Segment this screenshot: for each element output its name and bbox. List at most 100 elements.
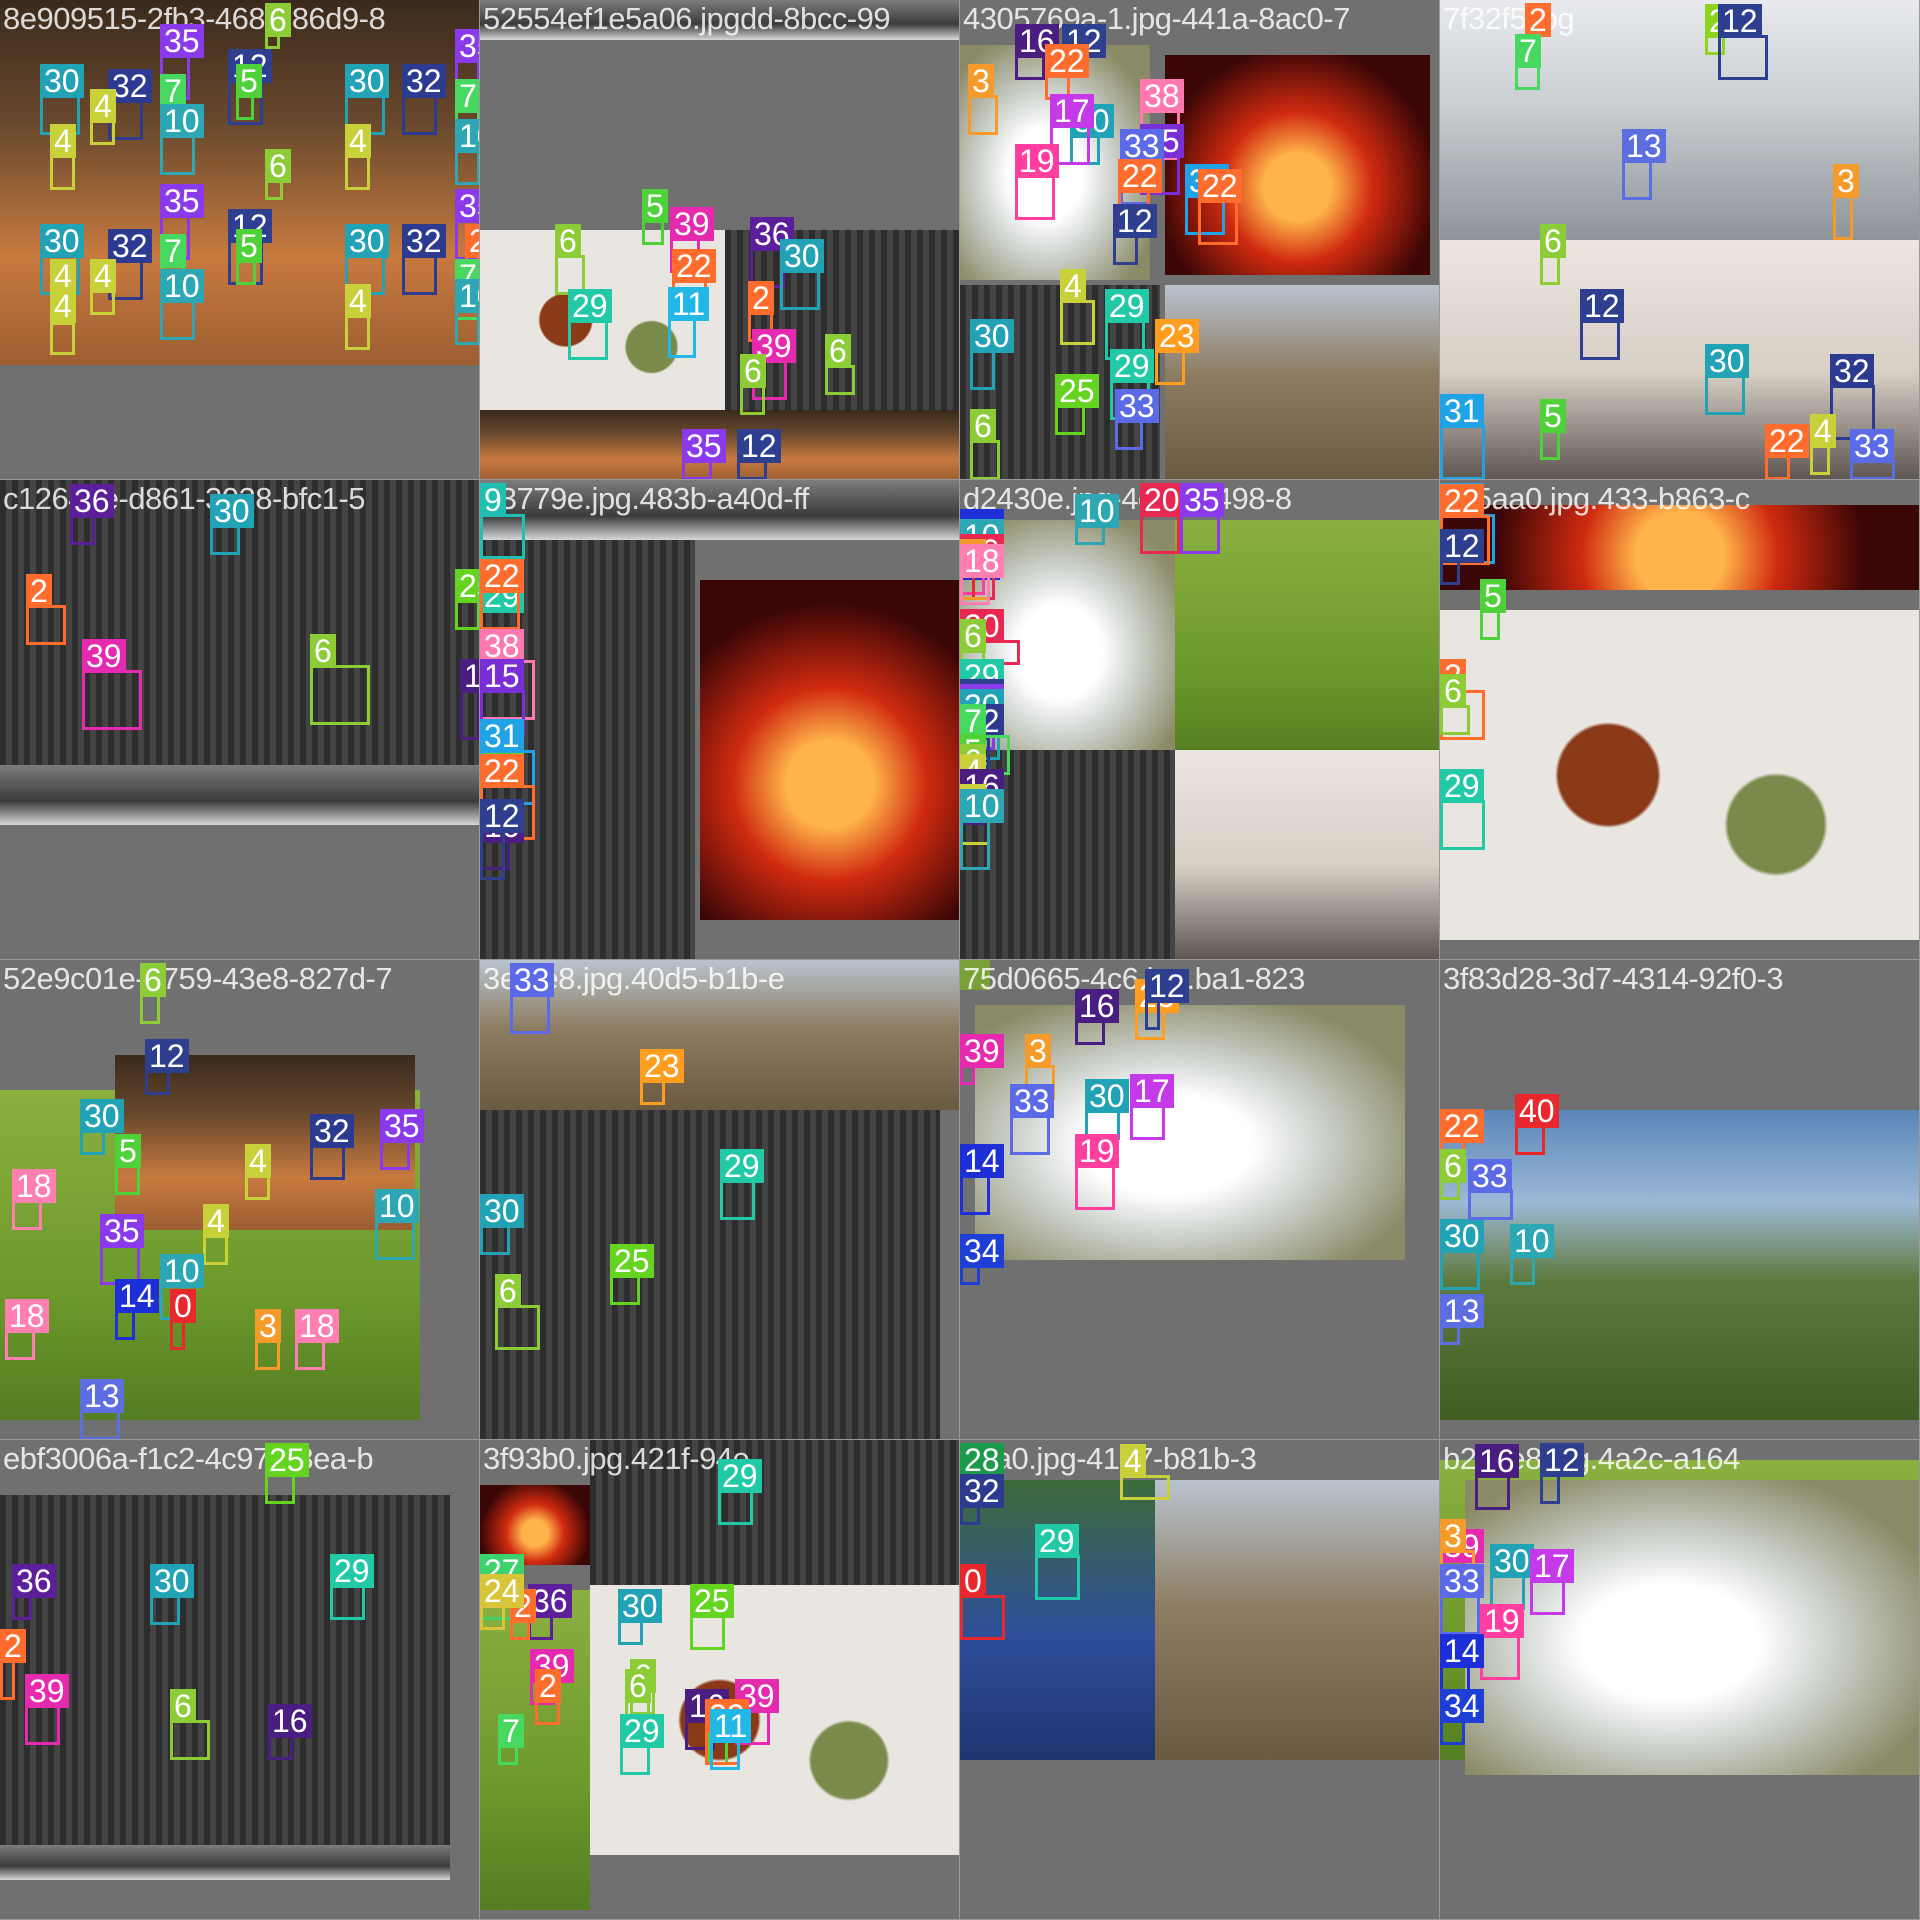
detection-class-label: 22 <box>480 559 524 593</box>
detection-class-label: 25 <box>690 1584 734 1618</box>
detection-box: 2 <box>510 1589 536 1640</box>
detection-class-label: 30 <box>780 239 824 273</box>
detection-box: 17 <box>1530 1549 1574 1615</box>
detection-class-label: 29 <box>718 1459 762 1493</box>
detection-box: 30 <box>210 494 254 555</box>
detection-box: 0 <box>170 1289 196 1350</box>
detection-class-label: 0 <box>170 1289 196 1323</box>
detection-box: 6 <box>265 3 291 49</box>
detection-box: 13 <box>80 1379 124 1439</box>
mosaic-grid: 8e909515-2fb3-4681-86d9-8635303212530323… <box>0 0 1920 1920</box>
detection-box: 11 <box>710 1709 752 1770</box>
detection-class-label: 4 <box>50 124 76 158</box>
detection-box: 20 <box>1140 483 1184 554</box>
detection-class-label: 12 <box>1440 529 1484 563</box>
tile-filename: 3f93b0.jpg.421f-94e <box>483 1441 750 1476</box>
detection-class-label: 14 <box>115 1279 159 1313</box>
detection-box: 40 <box>1515 1094 1559 1155</box>
detection-class-label: 33 <box>1850 429 1894 463</box>
scene-image <box>1165 285 1439 479</box>
detection-class-label: 10 <box>375 1189 419 1223</box>
detection-box: 5 <box>1540 399 1566 460</box>
detection-box: 6 <box>1440 1149 1466 1200</box>
scene-image <box>0 1495 450 1845</box>
detection-class-label: 13 <box>80 1379 124 1413</box>
mosaic-tile: 52554ef1e5a06.jpgdd-8bcc-99 5 39 36 30 6 22 29 1… <box>480 0 960 480</box>
detection-class-label: 39 <box>960 1034 1004 1068</box>
detection-class-label: 22 <box>1440 1109 1484 1143</box>
detection-box: 6 <box>825 334 855 395</box>
detection-box: 10 <box>160 269 204 340</box>
detection-box: 5 <box>236 64 262 120</box>
tile-filename: 3f83d28-3d7-4314-92f0-3 <box>1443 961 1784 996</box>
detection-class-label: 13 <box>1622 129 1666 163</box>
detection-class-label: 10 <box>160 1254 204 1288</box>
detection-box: 29 <box>720 1149 764 1220</box>
tile-filename: ebf3006a-f1c2-4c97-98ea-b <box>3 1441 374 1476</box>
detection-box: 36 <box>12 1564 56 1620</box>
detection-class-label: 35 <box>100 1214 144 1248</box>
detection-box: 3 <box>1833 164 1859 240</box>
scene-image <box>1175 520 1439 760</box>
detection-box: 18 <box>295 1309 339 1370</box>
detection-box: 30 <box>80 1099 124 1155</box>
detection-class-label: 25 <box>455 569 479 603</box>
detection-class-label: 39 <box>25 1674 69 1708</box>
detection-box: 11 <box>668 287 710 358</box>
detection-class-label: 32 <box>310 1114 354 1148</box>
detection-box: 12 <box>145 1039 189 1095</box>
detection-class-label: 10 <box>455 119 479 153</box>
detection-class-label: 30 <box>210 494 254 528</box>
detection-class-label: 35 <box>160 184 204 218</box>
detection-box: 29 <box>620 1714 664 1775</box>
detection-class-label: 35 <box>455 29 479 63</box>
tile-filename: 7f32f5.jpg <box>1443 1 1575 36</box>
scene-image <box>700 580 959 920</box>
detection-class-label: 35 <box>160 24 204 58</box>
detection-class-label: 16 <box>268 1704 312 1738</box>
detection-box: 9 <box>480 483 525 559</box>
detection-box: 3 <box>968 64 998 135</box>
detection-box: 30 <box>1705 344 1749 415</box>
detection-box: 30 <box>480 1194 524 1255</box>
detection-box: 6 <box>740 354 766 415</box>
detection-box: 10 <box>455 279 479 345</box>
detection-class-label: 10 <box>960 789 1004 823</box>
detection-class-label: 5 <box>1480 579 1506 613</box>
detection-class-label: 12 <box>737 429 781 463</box>
detection-class-label: 30 <box>1705 344 1749 378</box>
detection-class-label: 29 <box>1110 349 1154 383</box>
mosaic-tile: 3f83d28-3d7-4314-92f0-3 40 30 10 13 22 6 33 <box>1440 960 1920 1440</box>
detection-box: 12 <box>1540 1443 1584 1504</box>
detection-class-label: 13 <box>1440 1294 1484 1328</box>
detection-box: 35 <box>380 1109 424 1170</box>
detection-class-label: 16 <box>460 659 479 693</box>
detection-box: 14 <box>115 1279 159 1340</box>
detection-box: 4 <box>1060 269 1095 345</box>
detection-box: 33 <box>1468 1159 1513 1220</box>
detection-class-label: 6 <box>970 409 996 443</box>
mosaic-tile: 3ef2e8.jpg.40d5-b1b-e 33 23 29 30 25 6 <box>480 960 960 1440</box>
detection-box: 5 <box>1480 579 1506 640</box>
detection-box: 12 <box>1145 969 1189 1030</box>
detection-box: 4 <box>345 284 371 350</box>
tile-filename: c25aa0.jpg.433-b863-c <box>1443 481 1750 516</box>
detection-box: 36 <box>70 484 114 545</box>
detection-class-label: 6 <box>265 149 291 183</box>
detection-box: 39 <box>25 1674 69 1745</box>
detection-class-label: 36 <box>70 484 114 518</box>
detection-box: 16 <box>460 659 479 740</box>
detection-class-label: 23 <box>1155 319 1199 353</box>
detection-box: 10 <box>1075 494 1119 545</box>
detection-class-label: 35 <box>682 429 726 463</box>
detection-box: 6 <box>310 634 370 725</box>
detection-class-label: 33 <box>1115 389 1159 423</box>
detection-box: 4 <box>203 1204 229 1265</box>
detection-box: 4 <box>90 89 116 145</box>
detection-box: 16 <box>1475 1444 1519 1510</box>
detection-class-label: 11 <box>668 287 710 321</box>
detection-box: 39 <box>960 1034 1004 1085</box>
detection-box: 22 <box>1198 169 1242 245</box>
detection-class-label: 6 <box>825 334 851 368</box>
mosaic-tile: 4305769a-1.jpg-441a-8ac0-716123223830171… <box>960 0 1440 480</box>
